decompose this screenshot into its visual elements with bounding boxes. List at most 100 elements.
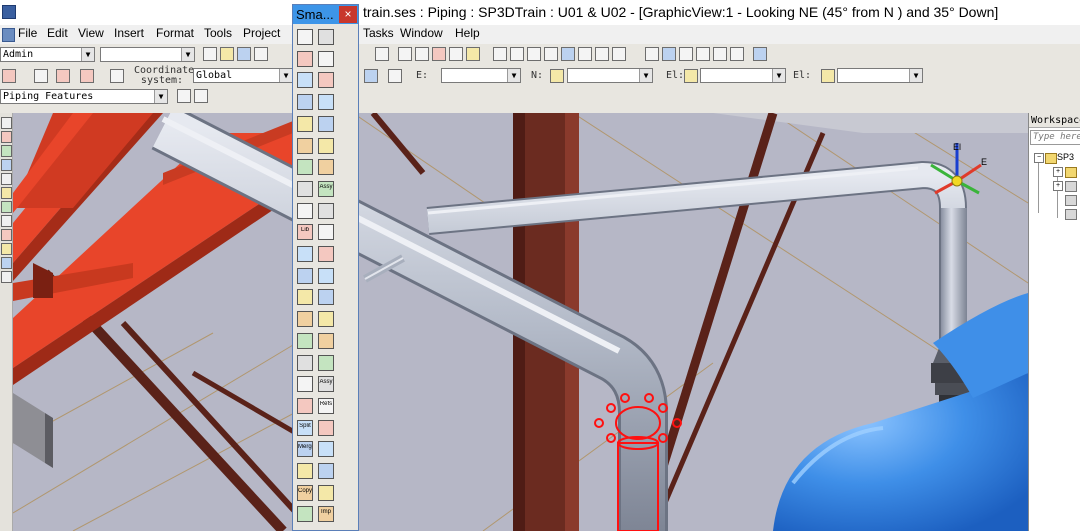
lock-el-icon[interactable] (684, 69, 698, 83)
smart-tool-icon[interactable] (297, 50, 313, 67)
measure-icon[interactable] (466, 47, 480, 61)
weld-tool-icon[interactable] (1, 243, 12, 255)
lock-el2-icon[interactable] (821, 69, 835, 83)
app-icon[interactable] (2, 5, 16, 19)
spec-tool-icon[interactable] (1, 215, 12, 227)
e-coordinate-combo[interactable]: ▼ (441, 68, 521, 83)
task-mode-combo[interactable]: Piping Features ▼ (0, 89, 168, 104)
split-tool-icon[interactable] (1, 187, 12, 199)
filter-icon[interactable] (56, 69, 70, 83)
smart-tool-icon[interactable] (318, 484, 334, 501)
coordinate-system-icon[interactable] (110, 69, 124, 83)
coordinate-system-combo[interactable]: Global ▼ (193, 68, 293, 83)
smart-tool-icon[interactable] (297, 180, 313, 197)
layer-icon[interactable] (713, 47, 727, 61)
clip-icon[interactable] (595, 47, 609, 61)
component-tool-icon[interactable] (1, 159, 12, 171)
menu-format[interactable]: Format (156, 26, 194, 40)
chevron-down-icon[interactable]: ▼ (507, 69, 520, 82)
menu-tools[interactable]: Tools (204, 26, 232, 40)
menu-tasks[interactable]: Tasks (363, 26, 394, 40)
smart-tool-icon[interactable] (318, 354, 334, 371)
smart-toolbar-titlebar[interactable]: Sma... × (293, 5, 358, 24)
menu-insert[interactable]: Insert (114, 26, 144, 40)
lock-n-value-icon[interactable] (550, 69, 564, 83)
common-view-icon[interactable] (578, 47, 592, 61)
tree-expand-icon[interactable]: + (1053, 167, 1063, 177)
open-folder-icon[interactable] (220, 47, 234, 61)
smart-tool-icon[interactable] (297, 311, 313, 328)
menu-window[interactable]: Window (400, 26, 443, 40)
filter-combo[interactable]: ▼ (100, 47, 195, 62)
select-tool-icon[interactable] (1, 117, 12, 129)
pan-icon[interactable] (527, 47, 541, 61)
smart-tool-icon[interactable] (318, 311, 334, 328)
chevron-down-icon[interactable]: ▼ (279, 69, 292, 82)
smart-tool-icon[interactable] (318, 72, 334, 89)
smart-tool-icon[interactable]: Copy (297, 484, 313, 501)
smart-tool-icon[interactable] (318, 94, 334, 111)
lock-n-icon[interactable] (388, 69, 402, 83)
delete-icon[interactable] (2, 69, 16, 83)
help-icon[interactable] (753, 47, 767, 61)
lock-e-icon[interactable] (364, 69, 378, 83)
smart-tool-icon[interactable]: Split (297, 419, 313, 436)
smart-tool-icon[interactable] (297, 115, 313, 132)
menu-project[interactable]: Project (243, 26, 280, 40)
insert-tool-icon[interactable] (1, 145, 12, 157)
smart-tool-icon[interactable] (297, 202, 313, 219)
chevron-down-icon[interactable]: ▼ (772, 69, 785, 82)
smart-tool-icon[interactable] (297, 506, 313, 523)
select-icon[interactable] (34, 69, 48, 83)
smart-tool-icon[interactable] (318, 137, 334, 154)
zoom-fit-icon[interactable] (493, 47, 507, 61)
menu-edit[interactable]: Edit (47, 26, 68, 40)
smart-tool-icon[interactable] (297, 397, 313, 414)
smart-tool-icon[interactable] (297, 354, 313, 371)
smart-tool-icon[interactable]: Assy (318, 376, 334, 393)
named-view-icon[interactable] (561, 47, 575, 61)
inspect-icon[interactable] (80, 69, 94, 83)
feature-filter-icon[interactable] (194, 89, 208, 103)
view-icon[interactable] (415, 47, 429, 61)
print-icon[interactable] (254, 47, 268, 61)
display-icon[interactable] (730, 47, 744, 61)
el2-coordinate-combo[interactable]: ▼ (837, 68, 923, 83)
tree-expand-icon[interactable]: + (1053, 181, 1063, 191)
spool-tool-icon[interactable] (1, 257, 12, 269)
smart-toolbar-panel[interactable]: Sma... × Assy Lib Assy Refs Split Merge Copy Im… (292, 4, 359, 531)
search-icon[interactable] (645, 47, 659, 61)
chevron-down-icon[interactable]: ▼ (909, 69, 922, 82)
undo-icon[interactable] (375, 47, 389, 61)
permission-group-combo[interactable]: Admin ▼ (0, 47, 95, 62)
smart-tool-icon[interactable] (318, 332, 334, 349)
slope-tool-icon[interactable] (1, 271, 12, 283)
rotate-icon[interactable] (544, 47, 558, 61)
workspace-icon[interactable] (662, 47, 676, 61)
support-tool-icon[interactable] (1, 201, 12, 213)
menu-view[interactable]: View (78, 26, 104, 40)
refresh-icon[interactable] (398, 47, 412, 61)
chevron-down-icon[interactable]: ▼ (181, 48, 194, 61)
el-coordinate-combo[interactable]: ▼ (700, 68, 786, 83)
smart-tool-icon[interactable]: Imp (318, 506, 334, 523)
chevron-down-icon[interactable]: ▼ (154, 90, 167, 103)
workspace-search-input[interactable]: Type here (1030, 130, 1080, 145)
connect-tool-icon[interactable] (1, 173, 12, 185)
smart-tool-icon[interactable] (318, 441, 334, 458)
smart-tool-icon[interactable] (318, 202, 334, 219)
smart-tool-icon[interactable] (318, 246, 334, 262)
smart-tool-icon[interactable] (297, 267, 313, 284)
tree-root-label[interactable]: SP3 (1057, 152, 1074, 162)
smart-tool-icon[interactable] (297, 29, 313, 45)
smart-tool-icon[interactable] (297, 376, 313, 393)
chevron-down-icon[interactable]: ▼ (81, 48, 94, 61)
smart-tool-icon[interactable]: Merge (297, 441, 313, 458)
smart-tool-icon[interactable] (318, 267, 334, 284)
smart-tool-icon[interactable] (297, 72, 313, 89)
menu-help[interactable]: Help (455, 26, 480, 40)
document-icon[interactable] (2, 28, 15, 42)
smart-tool-icon[interactable]: Lib (297, 224, 313, 241)
new-file-icon[interactable] (203, 47, 217, 61)
zoom-area-icon[interactable] (510, 47, 524, 61)
